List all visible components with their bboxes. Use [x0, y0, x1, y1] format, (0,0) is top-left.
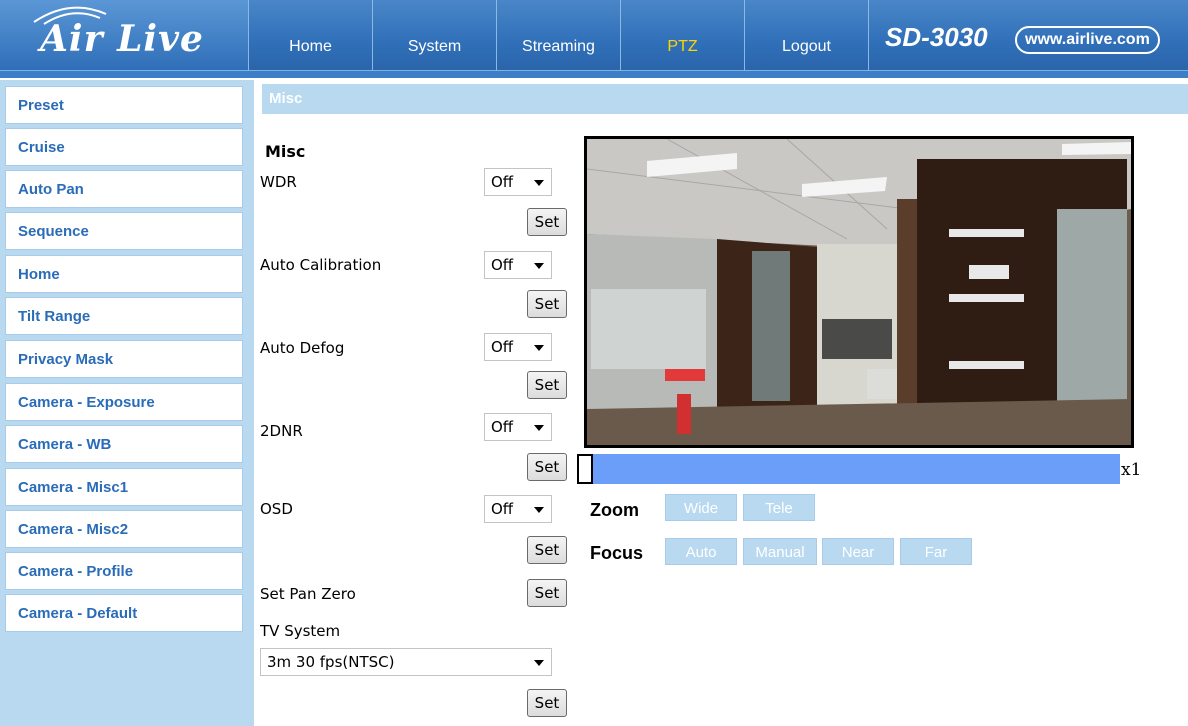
auto-defog-select[interactable]: Off: [484, 333, 552, 361]
wdr-set-button[interactable]: Set: [527, 208, 567, 236]
2dnr-value: Off: [491, 418, 514, 436]
set-pan-zero-label: Set Pan Zero: [260, 585, 356, 603]
tv-system-select[interactable]: 3m 30 fps(NTSC): [260, 648, 552, 676]
osd-value: Off: [491, 500, 514, 518]
focus-auto-button[interactable]: Auto: [665, 538, 737, 565]
auto-calibration-label: Auto Calibration: [260, 256, 382, 274]
sidebar-item-privacy-mask[interactable]: Privacy Mask: [5, 340, 243, 378]
sidebar-item-tilt-range[interactable]: Tilt Range: [5, 297, 243, 335]
sidebar-item-camera-wb[interactable]: Camera - WB: [5, 425, 243, 463]
tv-system-set-button[interactable]: Set: [527, 689, 567, 717]
nav-streaming[interactable]: Streaming: [497, 0, 621, 70]
wdr-select[interactable]: Off: [484, 168, 552, 196]
osd-set-button[interactable]: Set: [527, 536, 567, 564]
tv-system-label: TV System: [260, 622, 341, 640]
osd-label: OSD: [260, 500, 293, 518]
zoom-label: Zoom: [590, 500, 639, 520]
auto-defog-set-button[interactable]: Set: [527, 371, 567, 399]
sidebar: Preset Cruise Auto Pan Sequence Home Til…: [0, 80, 254, 726]
sidebar-item-camera-misc1[interactable]: Camera - Misc1: [5, 468, 243, 506]
tv-system-value: 3m 30 fps(NTSC): [267, 653, 395, 671]
zoom-level-readout: x1: [1121, 460, 1142, 480]
2dnr-select[interactable]: Off: [484, 413, 552, 441]
nav-ptz[interactable]: PTZ: [621, 0, 745, 70]
airlive-logo: Air Live: [0, 0, 249, 70]
auto-calibration-set-button[interactable]: Set: [527, 290, 567, 318]
nav-logout[interactable]: Logout: [745, 0, 869, 70]
focus-far-button[interactable]: Far: [900, 538, 972, 565]
main-nav: Home System Streaming PTZ Logout: [249, 0, 869, 70]
nav-system[interactable]: System: [373, 0, 497, 70]
dropdown-arrow-icon: [534, 425, 544, 431]
sidebar-item-camera-profile[interactable]: Camera - Profile: [5, 552, 243, 590]
zoom-slider-track[interactable]: [577, 454, 1120, 484]
focus-near-button[interactable]: Near: [822, 538, 894, 565]
osd-select[interactable]: Off: [484, 495, 552, 523]
auto-calibration-value: Off: [491, 256, 514, 274]
2dnr-label: 2DNR: [260, 422, 303, 440]
dropdown-arrow-icon: [534, 180, 544, 186]
sidebar-item-camera-exposure[interactable]: Camera - Exposure: [5, 383, 243, 421]
zoom-wide-button[interactable]: Wide: [665, 494, 737, 521]
focus-label: Focus: [590, 543, 644, 563]
auto-calibration-select[interactable]: Off: [484, 251, 552, 279]
dropdown-arrow-icon: [534, 345, 544, 351]
dropdown-arrow-icon: [534, 507, 544, 513]
top-header: Air Live Home System Streaming PTZ Logou…: [0, 0, 1188, 78]
sidebar-item-camera-misc2[interactable]: Camera - Misc2: [5, 510, 243, 548]
live-video-view[interactable]: [584, 136, 1134, 448]
website-badge: www.airlive.com: [1015, 26, 1160, 54]
dropdown-arrow-icon: [534, 263, 544, 269]
sidebar-item-camera-default[interactable]: Camera - Default: [5, 594, 243, 632]
video-frame-image: [587, 139, 1131, 445]
sidebar-item-home[interactable]: Home: [5, 255, 243, 293]
sidebar-item-sequence[interactable]: Sequence: [5, 212, 243, 250]
zoom-tele-button[interactable]: Tele: [743, 494, 815, 521]
wdr-label: WDR: [260, 173, 297, 191]
section-title: Misc: [262, 84, 1188, 114]
auto-defog-label: Auto Defog: [260, 339, 345, 357]
dropdown-arrow-icon: [534, 660, 544, 666]
sidebar-item-cruise[interactable]: Cruise: [5, 128, 243, 166]
auto-defog-value: Off: [491, 338, 514, 356]
misc-heading: Misc: [265, 142, 306, 161]
focus-manual-button[interactable]: Manual: [743, 538, 817, 565]
wdr-value: Off: [491, 173, 514, 191]
2dnr-set-button[interactable]: Set: [527, 453, 567, 481]
sidebar-item-auto-pan[interactable]: Auto Pan: [5, 170, 243, 208]
nav-home[interactable]: Home: [249, 0, 373, 70]
header-divider: [0, 70, 1188, 78]
model-name: SD-3030: [885, 22, 988, 52]
sidebar-item-preset[interactable]: Preset: [5, 86, 243, 124]
set-pan-zero-button[interactable]: Set: [527, 579, 567, 607]
zoom-slider-handle[interactable]: [577, 454, 593, 484]
logo-text: Air Live: [40, 18, 204, 60]
